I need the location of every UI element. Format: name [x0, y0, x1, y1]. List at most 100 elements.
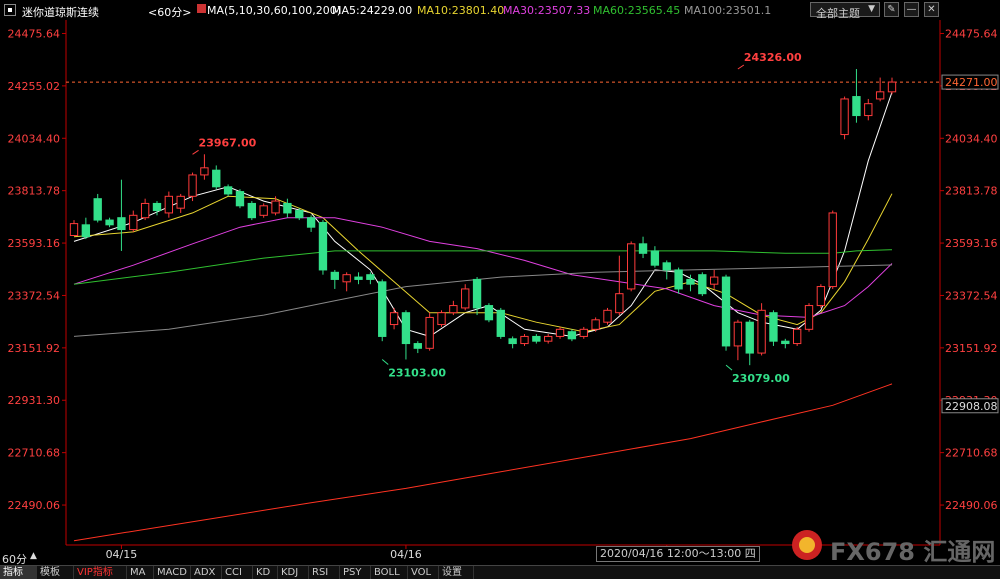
candle-body-up — [733, 321, 743, 347]
ma-color-icon[interactable] — [197, 4, 206, 13]
ma10-value: MA10:23801.40 — [417, 4, 505, 17]
y-tick-label-right: 23372.54 — [945, 289, 998, 302]
tab-macd[interactable]: MACD — [154, 566, 191, 579]
watermark: FX678 汇通网 — [792, 528, 995, 566]
candle-body-up — [69, 223, 79, 237]
ma5-line — [73, 91, 893, 337]
candle-body-down — [413, 343, 422, 349]
candle-body-down — [472, 278, 482, 309]
fx678-logo-icon — [792, 530, 822, 560]
candle-body-up — [828, 212, 837, 288]
candle-body-down — [508, 338, 517, 345]
x-tick-label: 04/15 — [106, 548, 138, 561]
candle-body-down — [769, 312, 778, 342]
candle-body-down — [283, 202, 292, 214]
pencil-icon[interactable]: ✎ — [884, 2, 899, 17]
candle-body-up — [188, 174, 197, 197]
period-selector[interactable]: 60分 ▲ — [0, 550, 64, 566]
tab-vol[interactable]: VOL — [408, 566, 439, 579]
candle-body-down — [295, 210, 304, 219]
close-icon[interactable]: ✕ — [924, 2, 939, 17]
candle-body-down — [745, 321, 754, 354]
candle-body-down — [212, 169, 221, 188]
tab-adx[interactable]: ADX — [191, 566, 222, 579]
candle-body-up — [544, 335, 553, 342]
candle-body-up — [437, 312, 446, 326]
minimize-icon[interactable]: — — [904, 2, 919, 17]
y-tick-label-left: 24034.40 — [8, 132, 61, 145]
y-tick-label-right: 22490.06 — [945, 499, 998, 512]
ma100-value: MA100:23501.1 — [684, 4, 772, 17]
ma10-line — [73, 193, 893, 333]
ma5-value: MA5:24229.00 — [332, 4, 413, 17]
candle-body-up — [259, 205, 268, 216]
candle-body-down — [378, 281, 387, 337]
ma30-value: MA30:23507.33 — [503, 4, 591, 17]
candle-body-up — [757, 309, 766, 354]
y-tick-label-left: 23151.92 — [8, 342, 61, 355]
annotation-pointer — [725, 364, 733, 371]
tab-boll[interactable]: BOLL — [371, 566, 408, 579]
instrument-name: 迷你道琼斯连续 — [22, 6, 99, 19]
candle-body-up — [804, 305, 814, 330]
candle-body-up — [591, 319, 600, 330]
candle-body-down — [81, 224, 91, 238]
y-tick-label-right: 23813.78 — [945, 185, 998, 198]
candle-body-down — [638, 243, 648, 254]
crosshair-time-box: 2020/04/16 12:00～13:00 四 — [596, 546, 760, 562]
candle-body-up — [176, 195, 185, 209]
candle-body-up — [129, 214, 138, 231]
candle-body-up — [816, 286, 826, 307]
tab-template[interactable]: 模板 — [37, 566, 74, 579]
candle-body-down — [532, 335, 541, 342]
candle-body-up — [864, 103, 873, 117]
menu-dot-icon[interactable] — [4, 4, 16, 16]
candle-body-down — [662, 262, 671, 271]
tab-ma[interactable]: MA — [127, 566, 154, 579]
low-annotation: 23079.00 — [732, 372, 790, 385]
candle-body-up — [200, 167, 209, 176]
y-tick-label-left: 23372.54 — [8, 289, 61, 302]
annotation-pointer — [381, 359, 389, 365]
y-tick-label-left: 22490.06 — [8, 499, 61, 512]
candle-body-up — [140, 202, 150, 219]
candle-body-up — [389, 312, 399, 326]
candle-body-down — [366, 274, 375, 280]
tab-settings[interactable]: 设置 — [439, 566, 474, 579]
ma200-line — [73, 383, 893, 542]
candle-body-down — [93, 198, 102, 221]
period-label: <60分> — [148, 6, 192, 19]
tab-cci[interactable]: CCI — [222, 566, 253, 579]
candle-body-up — [579, 328, 588, 337]
theme-select[interactable]: 全部主题 ▼ — [810, 2, 880, 20]
y-tick-label-right: 24034.40 — [945, 132, 998, 145]
candle-body-down — [223, 186, 233, 195]
candle-body-down — [247, 202, 257, 219]
tab-vip-indicators[interactable]: VIP指标 — [74, 566, 127, 579]
x-tick-label: 04/16 — [390, 548, 422, 561]
tab-kdj[interactable]: KDJ — [278, 566, 309, 579]
tab-kd[interactable]: KD — [253, 566, 278, 579]
tab-rsi[interactable]: RSI — [309, 566, 340, 579]
candle-body-down — [721, 276, 731, 347]
y-tick-label-right: 23151.92 — [945, 342, 998, 355]
high-annotation: 24326.00 — [744, 51, 802, 64]
candlestick-chart[interactable]: 24475.6424475.6424255.0224255.0224034.40… — [0, 0, 1000, 578]
y-tick-label-left: 23813.78 — [8, 185, 61, 198]
y-tick-label-left: 22931.30 — [8, 394, 61, 407]
y-tick-label-left: 24255.02 — [8, 80, 61, 93]
candle-body-down — [852, 96, 861, 117]
tab-psy[interactable]: PSY — [340, 566, 371, 579]
y-tick-label-right: 24475.64 — [945, 27, 998, 40]
candle-body-down — [496, 309, 505, 337]
theme-select-label: 全部主题 — [816, 7, 860, 20]
candle-body-up — [164, 195, 174, 214]
candle-body-down — [686, 278, 695, 285]
candle-body-down — [674, 269, 683, 290]
tab-indicators[interactable]: 指标 — [0, 566, 37, 579]
y-tick-label-left: 24475.64 — [8, 27, 61, 40]
candle-body-down — [698, 274, 707, 295]
period-up-arrow-icon: ▲ — [30, 551, 37, 561]
ma-settings[interactable]: MA(5,10,30,60,100,200) — [207, 4, 341, 17]
candle-body-down — [330, 271, 339, 280]
